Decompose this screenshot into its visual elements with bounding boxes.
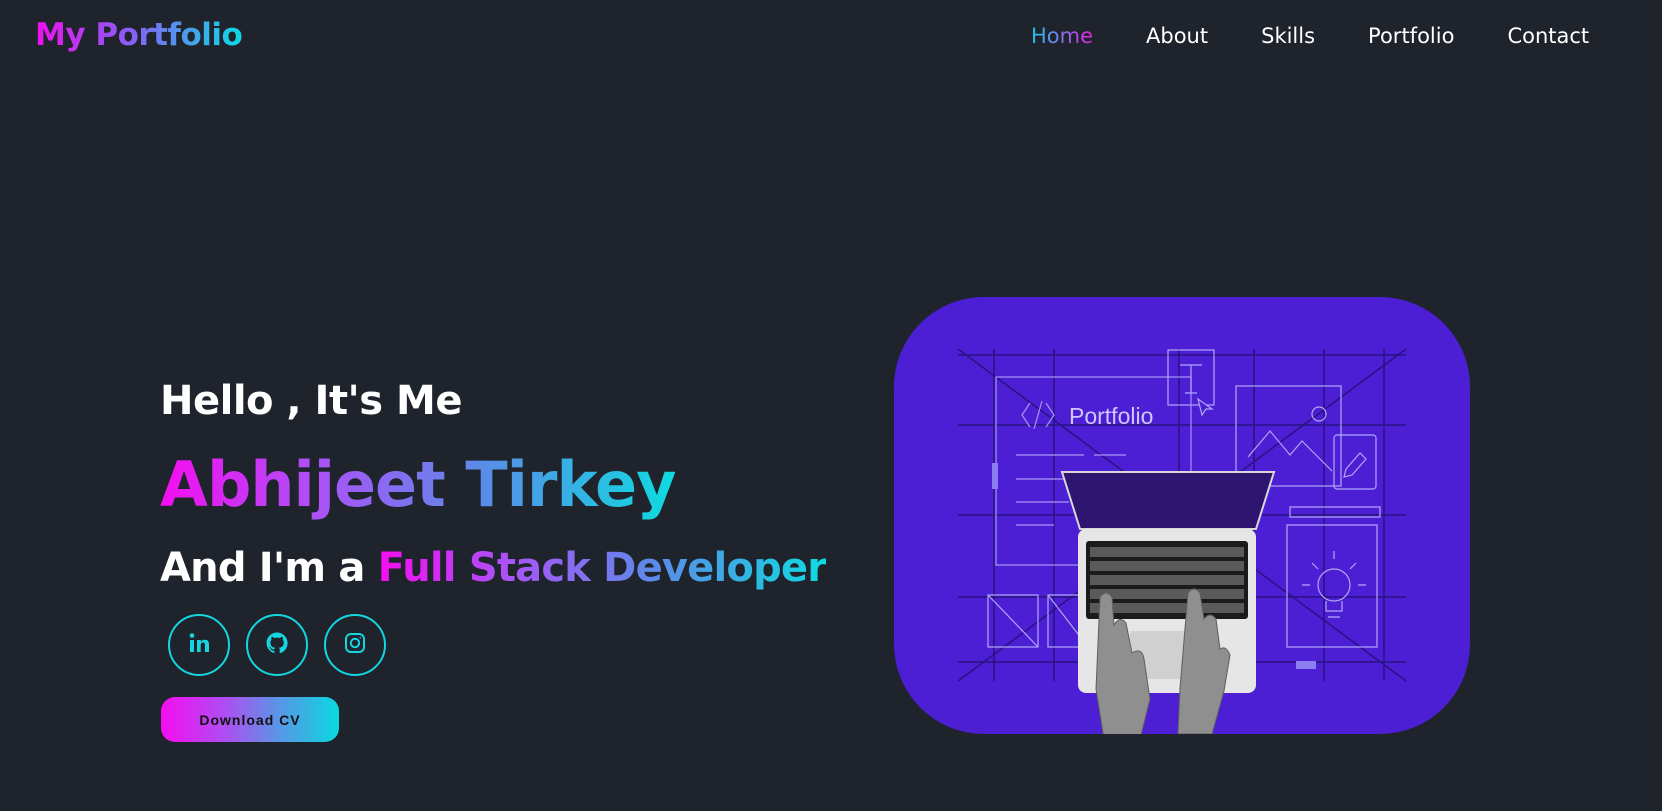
hero-greeting: Hello , It's Me	[160, 378, 462, 424]
role-title: Full Stack Developer	[377, 545, 827, 591]
role-prefix: And I'm a	[160, 545, 378, 591]
site-header: My Portfolio Home About Skills Portfolio…	[0, 0, 1662, 78]
instagram-icon	[343, 631, 367, 659]
text-tool-icon	[1167, 349, 1215, 417]
laptop-illustration: Portfolio	[957, 348, 1407, 734]
hero-illustration: Portfolio	[894, 297, 1470, 734]
download-cv-button[interactable]: Download CV	[161, 697, 339, 742]
instagram-link[interactable]	[324, 614, 386, 676]
portfolio-page: My Portfolio Home About Skills Portfolio…	[0, 0, 1662, 811]
nav-portfolio[interactable]: Portfolio	[1368, 24, 1454, 48]
idea-card	[1286, 506, 1381, 648]
linkedin-link[interactable]	[168, 614, 230, 676]
hero-role: And I'm a Full Stack Developer	[160, 545, 827, 591]
linkedin-icon	[187, 631, 211, 659]
site-logo[interactable]: My Portfolio	[35, 17, 243, 53]
laptop	[1060, 471, 1276, 693]
github-icon	[265, 631, 289, 659]
github-link[interactable]	[246, 614, 308, 676]
hero-name: Abhijeet Tirkey	[160, 448, 676, 527]
illustration-label: Portfolio	[1069, 403, 1153, 429]
nav-skills[interactable]: Skills	[1261, 24, 1315, 48]
pencil-card	[1333, 434, 1377, 490]
nav-contact[interactable]: Contact	[1507, 24, 1589, 48]
nav-about[interactable]: About	[1146, 24, 1208, 48]
main-nav: Home About Skills Portfolio Contact	[1031, 24, 1589, 48]
social-links	[168, 614, 402, 676]
shape-cards	[987, 594, 1089, 648]
nav-home[interactable]: Home	[1031, 24, 1093, 48]
